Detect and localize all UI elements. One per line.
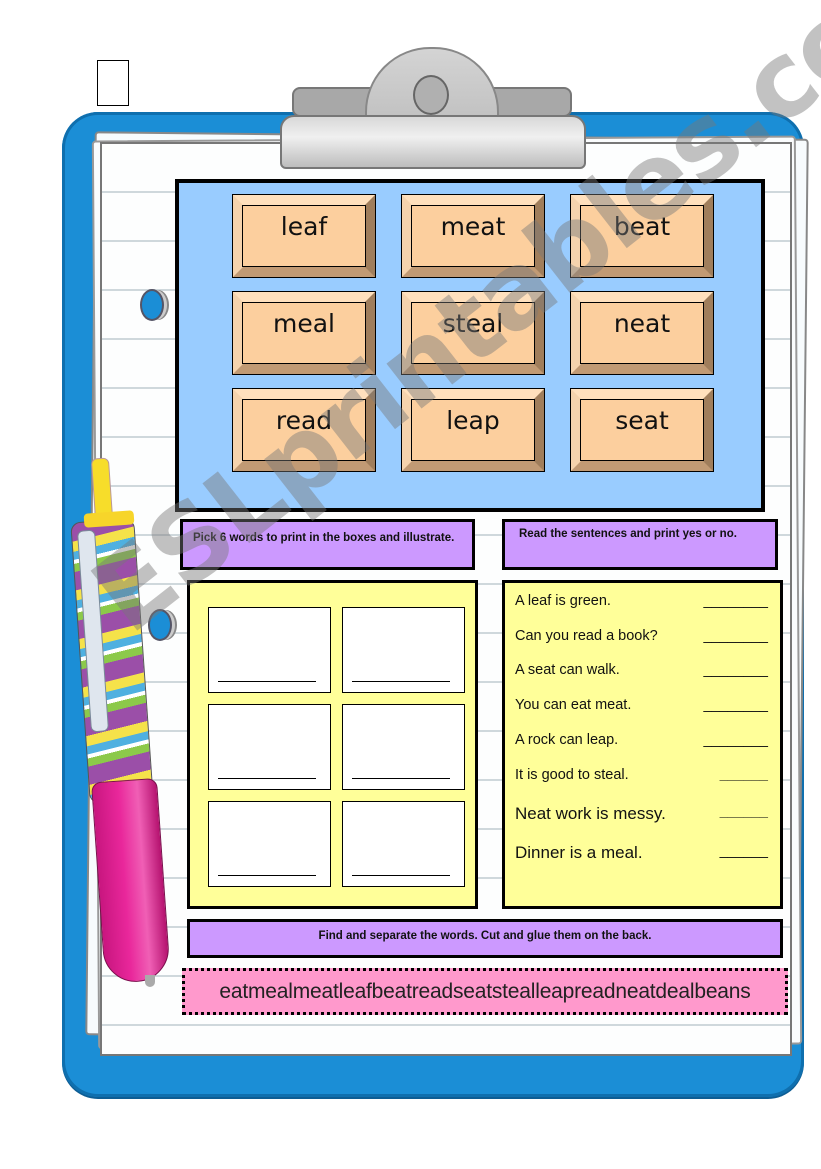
word-tile-label: leaf <box>280 212 328 241</box>
answer-blank[interactable]: ________ <box>703 662 768 678</box>
empty-checkbox-frame <box>97 60 129 106</box>
illustration-panel <box>187 580 478 909</box>
pen-grip <box>91 777 171 985</box>
word-search-strip: eatmealmeatleafbeatreadseatstealleapread… <box>182 968 788 1015</box>
clip-hole <box>413 75 449 115</box>
write-line <box>218 778 316 779</box>
drawing-box[interactable] <box>208 607 331 693</box>
instruction-pick-words: Pick 6 words to print in the boxes and i… <box>180 519 475 570</box>
write-line <box>218 875 316 876</box>
sentence-row: Neat work is messy. ______ <box>515 804 768 824</box>
word-tile: neat <box>570 291 714 375</box>
word-tile: meat <box>401 194 545 278</box>
sentence-text: Dinner is a meal. <box>515 843 643 862</box>
word-tile-label: steal <box>442 309 504 338</box>
word-tile: read <box>232 388 376 472</box>
sentence-text: You can eat meat. <box>515 697 632 713</box>
sentence-text: A rock can leap. <box>515 732 619 748</box>
answer-blank[interactable]: ________ <box>703 732 768 748</box>
word-tile-label: neat <box>613 309 671 338</box>
word-tile: leaf <box>232 194 376 278</box>
answer-blank[interactable]: ________ <box>703 628 768 644</box>
pen-point <box>145 975 155 987</box>
write-line <box>352 681 450 682</box>
word-tile: leap <box>401 388 545 472</box>
drawing-box[interactable] <box>342 704 465 790</box>
instruction-read-sentences: Read the sentences and print yes or no. <box>502 519 778 570</box>
drawing-box[interactable] <box>208 704 331 790</box>
sentence-row: Can you read a book? ________ <box>515 628 768 644</box>
drawing-box[interactable] <box>342 607 465 693</box>
write-line <box>352 875 450 876</box>
answer-blank[interactable]: ________ <box>703 593 768 609</box>
sentence-row: It is good to steal. ______ <box>515 767 768 783</box>
sentence-text: A leaf is green. <box>515 593 611 609</box>
sentence-row: A seat can walk. ________ <box>515 662 768 678</box>
answer-blank[interactable]: ______ <box>720 804 768 824</box>
sentence-text: Neat work is messy. <box>515 804 666 823</box>
word-bank-board: leaf meat beat meal steal neat read leap… <box>175 179 765 512</box>
write-line <box>352 778 450 779</box>
word-tile: meal <box>232 291 376 375</box>
answer-blank[interactable]: ______ <box>720 843 768 863</box>
answer-blank[interactable]: ______ <box>720 767 768 783</box>
binder-ring-icon <box>148 609 172 641</box>
drawing-box[interactable] <box>208 801 331 887</box>
sentence-row: You can eat meat. ________ <box>515 697 768 713</box>
sentence-text: A seat can walk. <box>515 662 620 678</box>
drawing-box[interactable] <box>342 801 465 887</box>
sentence-text: Can you read a book? <box>515 628 658 644</box>
clip-body <box>280 115 586 169</box>
write-line <box>218 681 316 682</box>
word-tile: steal <box>401 291 545 375</box>
sentence-text: It is good to steal. <box>515 767 629 783</box>
word-tile-label: seat <box>615 406 669 435</box>
instruction-find-separate: Find and separate the words. Cut and glu… <box>187 919 783 958</box>
word-tile-label: beat <box>613 212 671 241</box>
binder-ring-icon <box>140 289 164 321</box>
answer-blank[interactable]: ________ <box>703 697 768 713</box>
word-tile-label: leap <box>446 406 500 435</box>
word-tile-label: read <box>275 406 333 435</box>
sentence-row: Dinner is a meal. ______ <box>515 843 768 863</box>
word-tile-label: meal <box>273 309 335 338</box>
word-tile-label: meat <box>440 212 506 241</box>
sentence-row: A rock can leap. ________ <box>515 732 768 748</box>
sentence-row: A leaf is green. ________ <box>515 593 768 609</box>
sentences-panel: A leaf is green. ________ Can you read a … <box>502 580 783 909</box>
word-tile: beat <box>570 194 714 278</box>
word-tile: seat <box>570 388 714 472</box>
